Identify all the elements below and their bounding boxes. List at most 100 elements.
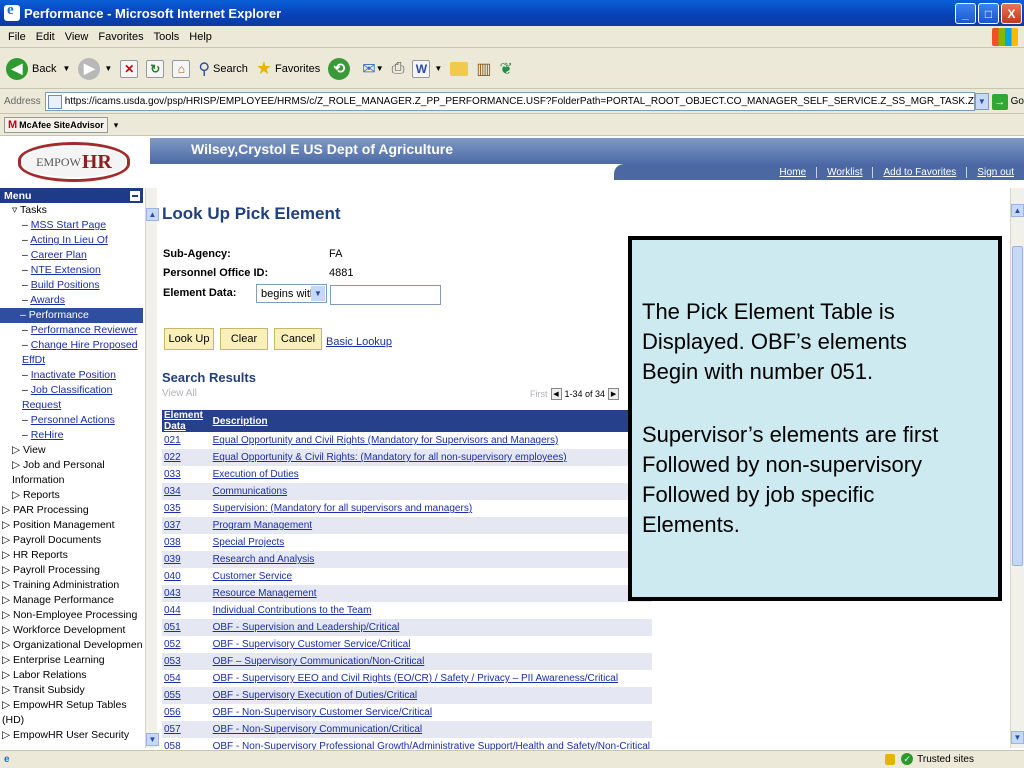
menu-link-performance[interactable]: – Performance bbox=[0, 308, 143, 323]
element-description-link[interactable]: OBF - Supervisory Customer Service/Criti… bbox=[210, 636, 652, 653]
back-dropdown-icon[interactable]: ▼ bbox=[62, 64, 70, 73]
menu-link-nte-extension[interactable]: NTE Extension bbox=[31, 264, 101, 276]
scroll-up-icon[interactable]: ▲ bbox=[1011, 204, 1024, 217]
element-code-link[interactable]: 056 bbox=[162, 704, 211, 721]
mcafee-siteadvisor-button[interactable]: M McAfee SiteAdvisor bbox=[4, 117, 108, 133]
element-description-link[interactable]: Supervision: (Mandatory for all supervis… bbox=[210, 500, 652, 517]
menu-link-inactivate-position[interactable]: Inactivate Position bbox=[31, 369, 116, 381]
element-description-link[interactable]: Resource Management bbox=[210, 585, 652, 602]
collapse-icon[interactable] bbox=[130, 190, 140, 201]
menu-folder[interactable]: ▷ Transit Subsidy bbox=[0, 683, 143, 698]
col-header-description[interactable]: Description bbox=[210, 410, 652, 432]
operator-select[interactable]: begins with ▼ bbox=[256, 284, 327, 303]
menu-folder[interactable]: ▷ EmpowHR User Security bbox=[0, 728, 143, 743]
menu-link-acting-in-lieu-of[interactable]: Acting In Lieu Of bbox=[30, 234, 108, 246]
element-description-link[interactable]: Research and Analysis bbox=[210, 551, 652, 568]
menu-folder[interactable]: ▷ Labor Relations bbox=[0, 668, 143, 683]
menu-folder[interactable]: ▷ Manage Performance bbox=[0, 593, 143, 608]
menu-view[interactable]: View bbox=[65, 31, 89, 43]
menu-folder[interactable]: ▷ EmpowHR Setup Tables (HD) bbox=[0, 698, 128, 728]
menu-link-mss-start-page[interactable]: MSS Start Page bbox=[31, 219, 106, 231]
address-input[interactable]: https://icams.usda.gov/psp/HRISP/EMPLOYE… bbox=[44, 92, 975, 111]
first-link[interactable]: First bbox=[530, 389, 548, 399]
menu-edit[interactable]: Edit bbox=[36, 31, 55, 43]
scroll-up-icon[interactable]: ▲ bbox=[146, 208, 159, 221]
menu-folder[interactable]: ▷ Enterprise Learning bbox=[0, 653, 143, 668]
element-code-link[interactable]: 037 bbox=[162, 517, 211, 534]
element-code-link[interactable]: 052 bbox=[162, 636, 211, 653]
mcafee-dropdown-icon[interactable]: ▾ bbox=[114, 120, 119, 131]
menu-reports[interactable]: ▷ Reports bbox=[0, 488, 143, 503]
prev-page-icon[interactable]: ◀ bbox=[550, 388, 562, 400]
menu-file[interactable]: File bbox=[8, 31, 26, 43]
element-code-link[interactable]: 034 bbox=[162, 483, 211, 500]
menu-link-career-plan[interactable]: Career Plan bbox=[31, 249, 87, 261]
minimize-button[interactable]: _ bbox=[955, 3, 976, 24]
edit-button[interactable]: W ▼ bbox=[412, 59, 442, 78]
menu-link-build-positions[interactable]: Build Positions bbox=[31, 279, 100, 291]
col-header-element-data[interactable]: Element Data bbox=[162, 410, 211, 432]
refresh-button[interactable]: ↻ bbox=[146, 59, 165, 78]
menu-scrollbar[interactable]: ▲ ▼ bbox=[145, 188, 159, 748]
close-button[interactable]: X bbox=[1001, 3, 1022, 24]
element-description-link[interactable]: OBF - Supervision and Leadership/Critica… bbox=[210, 619, 652, 636]
go-arrow-icon[interactable]: → bbox=[991, 93, 1008, 110]
menu-link-awards[interactable]: Awards bbox=[30, 294, 65, 306]
element-description-link[interactable]: Special Projects bbox=[210, 534, 652, 551]
menu-folder[interactable]: ▷ Payroll Processing bbox=[0, 563, 143, 578]
menu-favorites[interactable]: Favorites bbox=[98, 31, 143, 43]
history-button[interactable]: ⟲ bbox=[328, 57, 354, 80]
forward-button[interactable]: ▶ ▼ bbox=[78, 57, 112, 80]
go-button[interactable]: Go bbox=[1011, 96, 1024, 107]
page-scrollbar[interactable]: ▲ ▼ bbox=[1010, 188, 1024, 748]
element-code-link[interactable]: 053 bbox=[162, 653, 211, 670]
element-code-link[interactable]: 058 bbox=[162, 738, 211, 750]
element-code-link[interactable]: 022 bbox=[162, 449, 211, 466]
menu-link-personnel-actions[interactable]: Personnel Actions bbox=[31, 414, 115, 426]
element-description-link[interactable]: OBF - Non-Supervisory Communication/Crit… bbox=[210, 721, 652, 738]
nav-worklist[interactable]: Worklist bbox=[816, 166, 872, 178]
folder-button[interactable] bbox=[450, 61, 469, 76]
menu-job-personal[interactable]: ▷ Job and Personal Information bbox=[0, 458, 120, 488]
scroll-down-icon[interactable]: ▼ bbox=[146, 733, 159, 746]
address-dropdown-icon[interactable]: ▼ bbox=[974, 93, 989, 110]
search-button[interactable]: ⚲ Search bbox=[198, 59, 248, 79]
element-code-link[interactable]: 051 bbox=[162, 619, 211, 636]
element-description-link[interactable]: Communications bbox=[210, 483, 652, 500]
menu-folder[interactable]: ▷ Training Administration bbox=[0, 578, 143, 593]
element-description-link[interactable]: OBF - Non-Supervisory Professional Growt… bbox=[210, 738, 652, 750]
element-description-link[interactable]: OBF - Supervisory Execution of Duties/Cr… bbox=[210, 687, 652, 704]
favorites-button[interactable]: ★ Favorites bbox=[256, 58, 320, 79]
scroll-down-icon[interactable]: ▼ bbox=[1011, 731, 1024, 744]
menu-help[interactable]: Help bbox=[189, 31, 212, 43]
element-code-link[interactable]: 040 bbox=[162, 568, 211, 585]
menu-link-performance-reviewer[interactable]: Performance Reviewer bbox=[31, 324, 138, 336]
stop-button[interactable]: ✕ bbox=[120, 59, 139, 78]
element-description-link[interactable]: Customer Service bbox=[210, 568, 652, 585]
element-description-link[interactable]: OBF - Non-Supervisory Customer Service/C… bbox=[210, 704, 652, 721]
element-code-link[interactable]: 035 bbox=[162, 500, 211, 517]
element-code-link[interactable]: 055 bbox=[162, 687, 211, 704]
nav-add-to-favorites[interactable]: Add to Favorites bbox=[872, 166, 966, 178]
scroll-thumb[interactable] bbox=[1012, 246, 1023, 566]
nav-home[interactable]: Home bbox=[769, 167, 816, 178]
element-code-link[interactable]: 039 bbox=[162, 551, 211, 568]
menu-folder[interactable]: ▷ Non-Employee Processing bbox=[0, 608, 143, 623]
element-code-link[interactable]: 043 bbox=[162, 585, 211, 602]
menu-folder[interactable]: ▷ Payroll Documents bbox=[0, 533, 143, 548]
view-all-link[interactable]: View All bbox=[162, 388, 197, 399]
element-description-link[interactable]: Execution of Duties bbox=[210, 466, 652, 483]
element-description-link[interactable]: Equal Opportunity and Civil Rights (Mand… bbox=[210, 432, 652, 449]
element-description-link[interactable]: Program Management bbox=[210, 517, 652, 534]
element-code-link[interactable]: 033 bbox=[162, 466, 211, 483]
element-description-link[interactable]: Individual Contributions to the Team bbox=[210, 602, 652, 619]
nav-sign-out[interactable]: Sign out bbox=[966, 166, 1024, 178]
menu-tools[interactable]: Tools bbox=[154, 31, 180, 43]
menu-link-job-classification[interactable]: Job Classification Request bbox=[22, 384, 112, 411]
element-description-link[interactable]: OBF – Supervisory Communication/Non-Crit… bbox=[210, 653, 652, 670]
element-data-input[interactable] bbox=[330, 285, 441, 305]
element-code-link[interactable]: 054 bbox=[162, 670, 211, 687]
menu-folder[interactable]: ▷ Position Management bbox=[0, 518, 143, 533]
menu-tasks[interactable]: ▿ Tasks bbox=[0, 203, 143, 218]
element-code-link[interactable]: 044 bbox=[162, 602, 211, 619]
